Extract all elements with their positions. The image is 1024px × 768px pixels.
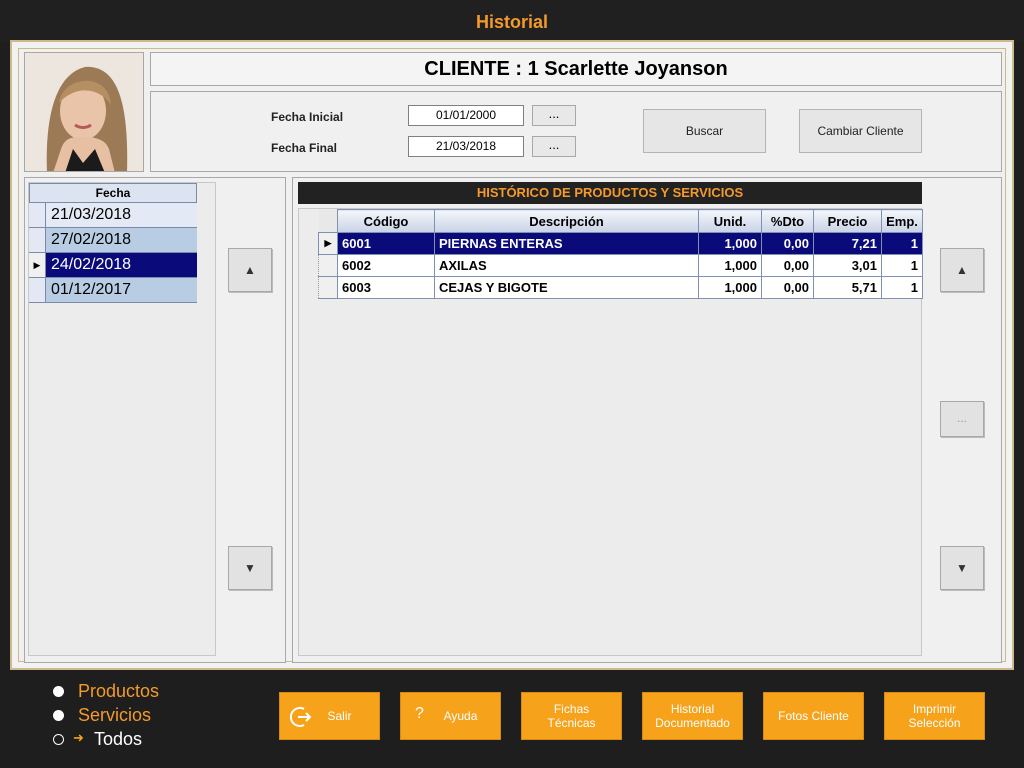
historial-documentado-button[interactable]: Historial Documentado — [642, 692, 743, 740]
window-title: Historial — [475, 12, 549, 32]
arrow-down-icon: ▼ — [956, 561, 968, 575]
fecha-final-picker-button[interactable]: ... — [532, 136, 576, 157]
imprimir-label-line2: Selección — [908, 716, 961, 730]
dates-scroll-up-button[interactable]: ▲ — [228, 248, 272, 292]
cell-dto: 0,00 — [761, 276, 814, 299]
fecha-inicial-label: Fecha Inicial — [271, 110, 344, 124]
row-indicator — [29, 203, 46, 227]
radio-servicios-label: Servicios — [78, 705, 152, 725]
radio-dot-icon — [53, 710, 64, 721]
historial-label-line1: Historial — [670, 702, 715, 716]
fecha-final-field[interactable]: 21/03/2018 — [408, 136, 524, 157]
cambiar-cliente-button[interactable]: Cambiar Cliente — [799, 109, 922, 153]
imprimir-label-line1: Imprimir — [912, 702, 957, 716]
salir-button[interactable]: Salir — [279, 692, 380, 740]
cell-unid: 1,000 — [698, 254, 762, 277]
products-table-header: Código Descripción Unid. %Dto Precio Emp… — [318, 209, 923, 233]
products-table: Código Descripción Unid. %Dto Precio Emp… — [318, 209, 923, 299]
buscar-button[interactable]: Buscar — [643, 109, 766, 153]
title-bar: Historial — [0, 0, 1024, 42]
header-indicator-cell — [318, 209, 338, 233]
client-photo — [24, 52, 144, 172]
column-header-precio[interactable]: Precio — [813, 209, 882, 233]
imprimir-seleccion-button[interactable]: Imprimir Selección — [884, 692, 985, 740]
radio-dot-icon — [53, 686, 64, 697]
cell-emp: 1 — [881, 276, 923, 299]
table-row[interactable]: ▶ 6001 PIERNAS ENTERAS 1,000 0,00 7,21 1 — [318, 232, 923, 255]
cell-precio: 5,71 — [813, 276, 882, 299]
row-indicator — [29, 278, 46, 302]
date-value: 21/03/2018 — [51, 206, 132, 223]
table-row[interactable]: 6003 CEJAS Y BIGOTE 1,000 0,00 5,71 1 — [318, 276, 923, 299]
fecha-final-label: Fecha Final — [271, 141, 338, 155]
row-indicator — [318, 254, 338, 277]
date-row[interactable]: 01/12/2017 — [29, 278, 197, 303]
dates-column-header: Fecha — [29, 183, 197, 203]
client-heading: CLIENTE : 1 Scarlette Joyanson — [150, 52, 1002, 86]
column-header-descripcion[interactable]: Descripción — [434, 209, 699, 233]
fotos-cliente-button[interactable]: Fotos Cliente — [763, 692, 864, 740]
cell-codigo: 6003 — [337, 276, 435, 299]
date-value: 01/12/2017 — [51, 281, 132, 298]
products-scroll-up-button[interactable]: ▲ — [940, 248, 984, 292]
arrow-up-icon: ▲ — [956, 263, 968, 277]
cell-unid: 1,000 — [698, 232, 762, 255]
fichas-tecnicas-button[interactable]: Fichas Técnicas — [521, 692, 622, 740]
row-indicator — [29, 228, 46, 252]
fichas-label-line1: Fichas — [553, 702, 590, 716]
column-header-emp[interactable]: Emp. — [881, 209, 923, 233]
row-pointer-icon: ▶ — [318, 232, 338, 255]
ayuda-label: Ayuda — [443, 709, 478, 723]
fotos-label: Fotos Cliente — [778, 709, 849, 723]
radio-todos-label: Todos — [94, 729, 143, 749]
fecha-inicial-field[interactable]: 01/01/2000 — [408, 105, 524, 126]
date-row[interactable]: 21/03/2018 — [29, 203, 197, 228]
radio-ring-icon — [53, 734, 64, 745]
historial-label-line2: Documentado — [655, 716, 730, 730]
cell-descripcion: CEJAS Y BIGOTE — [434, 276, 699, 299]
exit-icon — [289, 707, 312, 727]
products-panel-title: HISTÓRICO DE PRODUCTOS Y SERVICIOS — [298, 182, 922, 204]
ayuda-button[interactable]: ? Ayuda — [400, 692, 501, 740]
cell-codigo: 6002 — [337, 254, 435, 277]
radio-productos-label: Productos — [78, 681, 160, 701]
table-row[interactable]: 6002 AXILAS 1,000 0,00 3,01 1 — [318, 254, 923, 277]
date-value: 24/02/2018 — [51, 256, 132, 273]
radio-productos[interactable]: Productos — [53, 681, 160, 702]
radio-servicios[interactable]: Servicios — [53, 705, 152, 726]
fecha-inicial-picker-button[interactable]: ... — [532, 105, 576, 126]
double-arrow-icon: ➜ — [73, 730, 84, 745]
cell-dto: 0,00 — [761, 232, 814, 255]
help-icon: ? — [415, 705, 424, 722]
cell-unid: 1,000 — [698, 276, 762, 299]
client-photo-image — [25, 53, 143, 171]
cell-descripcion: PIERNAS ENTERAS — [434, 232, 699, 255]
radio-todos[interactable]: ➜ Todos — [53, 729, 143, 750]
cell-precio: 7,21 — [813, 232, 882, 255]
cell-dto: 0,00 — [761, 254, 814, 277]
dates-scroll-down-button[interactable]: ▼ — [228, 546, 272, 590]
row-pointer-icon: ▶ — [29, 253, 46, 277]
row-indicator — [318, 276, 338, 299]
column-header-unid[interactable]: Unid. — [698, 209, 762, 233]
products-options-button[interactable]: ... — [940, 401, 984, 437]
cell-precio: 3,01 — [813, 254, 882, 277]
cell-emp: 1 — [881, 232, 923, 255]
date-value: 27/02/2018 — [51, 231, 132, 248]
date-row[interactable]: 27/02/2018 — [29, 228, 197, 253]
cell-descripcion: AXILAS — [434, 254, 699, 277]
arrow-up-icon: ▲ — [244, 263, 256, 277]
salir-label: Salir — [327, 709, 352, 723]
cell-codigo: 6001 — [337, 232, 435, 255]
date-row-selected[interactable]: ▶ 24/02/2018 — [29, 253, 197, 278]
column-header-dto[interactable]: %Dto — [761, 209, 814, 233]
products-scroll-down-button[interactable]: ▼ — [940, 546, 984, 590]
arrow-down-icon: ▼ — [244, 561, 256, 575]
cell-emp: 1 — [881, 254, 923, 277]
column-header-codigo[interactable]: Código — [337, 209, 435, 233]
fichas-label-line2: Técnicas — [547, 716, 596, 730]
